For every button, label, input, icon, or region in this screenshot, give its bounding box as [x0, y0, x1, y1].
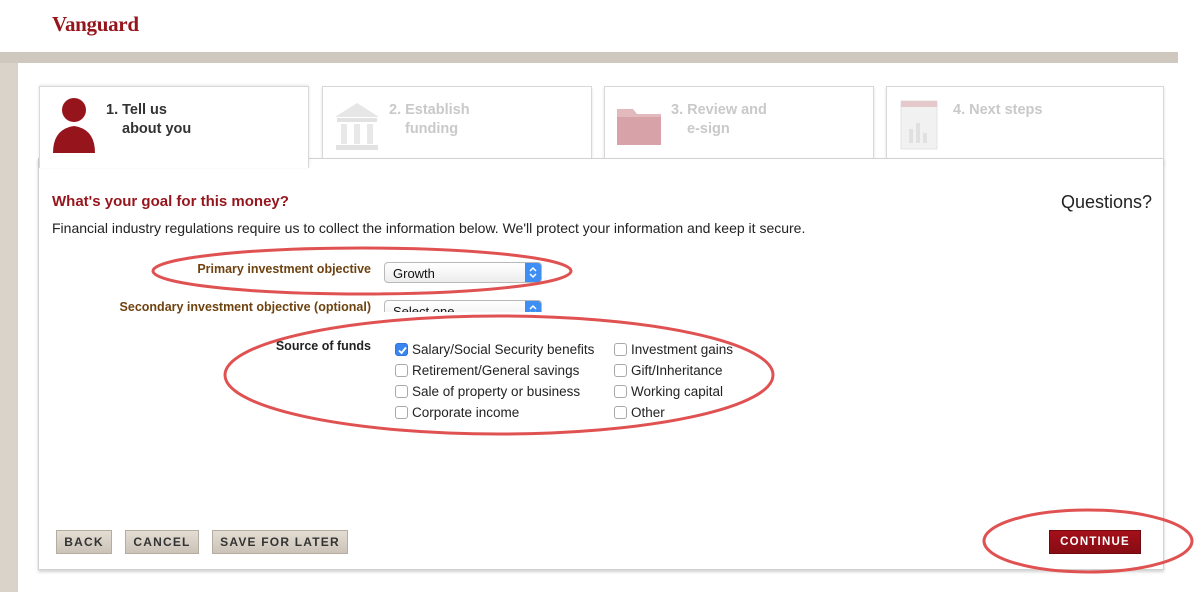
- checkbox-box[interactable]: [614, 363, 627, 377]
- frame-top-bar: [0, 52, 1178, 63]
- select-arrows-icon: [525, 263, 541, 282]
- person-icon: [53, 98, 95, 153]
- step-label: 4. Next steps: [953, 102, 1043, 118]
- checkbox-retirement[interactable]: Retirement/General savings: [395, 361, 579, 379]
- checkbox-label: Investment gains: [631, 341, 734, 357]
- secondary-objective-label: Secondary investment objective (optional…: [119, 300, 371, 314]
- bank-icon: [335, 103, 379, 150]
- checkbox-box[interactable]: [614, 342, 627, 356]
- checkbox-sale-property[interactable]: Sale of property or business: [395, 382, 580, 400]
- checkbox-box[interactable]: [614, 384, 627, 398]
- questions-link[interactable]: Questions?: [1061, 192, 1152, 213]
- continue-button[interactable]: CONTINUE: [1049, 530, 1141, 554]
- step-tab-next-steps[interactable]: 4. Next steps: [886, 86, 1164, 164]
- save-for-later-button[interactable]: SAVE FOR LATER: [212, 530, 348, 554]
- checkbox-checked-icon[interactable]: [395, 342, 408, 356]
- checkbox-label: Salary/Social Security benefits: [412, 341, 595, 357]
- checkbox-label: Corporate income: [412, 404, 520, 420]
- checkbox-box[interactable]: [395, 405, 408, 419]
- back-button[interactable]: BACK: [56, 530, 112, 554]
- step-label: 1. Tell us about you: [106, 102, 192, 137]
- checkbox-label: Gift/Inheritance: [631, 362, 723, 378]
- checkbox-box[interactable]: [614, 405, 627, 419]
- checkbox-box[interactable]: [395, 384, 408, 398]
- checkbox-gift-inheritance[interactable]: Gift/Inheritance: [614, 361, 723, 379]
- primary-objective-select[interactable]: Growth: [384, 262, 542, 283]
- folder-icon: [617, 109, 661, 145]
- checkbox-other[interactable]: Other: [614, 403, 665, 421]
- checkbox-corporate-income[interactable]: Corporate income: [395, 403, 519, 421]
- checkbox-label: Working capital: [631, 383, 724, 399]
- checkbox-box[interactable]: [395, 363, 408, 377]
- checkbox-label: Sale of property or business: [412, 383, 581, 399]
- checkbox-salary[interactable]: Salary/Social Security benefits: [395, 340, 594, 358]
- step-tab-tell-us[interactable]: 1. Tell us about you: [39, 86, 309, 168]
- checkbox-label: Other: [631, 404, 665, 420]
- step-label: 3. Review and e-sign: [671, 102, 767, 137]
- document-chart-icon: [900, 100, 938, 150]
- cancel-button[interactable]: CANCEL: [125, 530, 199, 554]
- source-of-funds-label: Source of funds: [275, 339, 371, 353]
- primary-objective-value: Growth: [393, 266, 435, 281]
- checkbox-label: Retirement/General savings: [412, 362, 580, 378]
- step-tab-review-sign[interactable]: 3. Review and e-sign: [604, 86, 874, 164]
- checkbox-working-capital[interactable]: Working capital: [614, 382, 723, 400]
- regulation-notice: Financial industry regulations require u…: [52, 220, 806, 236]
- vanguard-logo[interactable]: Vanguard: [52, 12, 139, 37]
- step-label: 2. Establish funding: [389, 102, 470, 137]
- primary-objective-label: Primary investment objective: [197, 262, 371, 276]
- section-heading: What's your goal for this money?: [52, 193, 289, 210]
- step-tab-establish-funding[interactable]: 2. Establish funding: [322, 86, 592, 164]
- page: Vanguard 1. Tell us about you 2. Establi…: [0, 0, 1200, 592]
- checkbox-investment-gains[interactable]: Investment gains: [614, 340, 733, 358]
